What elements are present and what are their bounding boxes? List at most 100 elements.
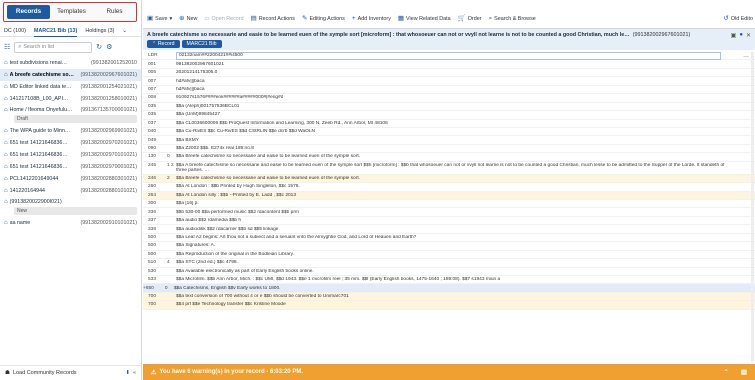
marc-field-row[interactable]: 500 $$a Signatures: A. [143, 242, 755, 251]
record-list-item[interactable]: ⌂ Home / Ifeoma Onyefulu… (991367135700001… [0, 105, 141, 125]
marc-tag[interactable]: 533 [143, 277, 167, 282]
marc-field-row[interactable]: 510 4 $$a STC (2nd ed.) $$c 4798. [143, 259, 755, 268]
record-actions-button[interactable]: ▤ Record Actions [251, 15, 295, 23]
marc-field-row[interactable]: 037 $$a CL0036600006 $$b ProQuest Informa… [143, 120, 755, 128]
marc-field-value[interactable]: hd#afv|||baca [176, 87, 205, 92]
subtab-dc[interactable]: DC (100) [4, 28, 26, 34]
refresh-icon[interactable]: ↻ [96, 44, 102, 51]
marc-field-value[interactable]: 02132nam##2200421##i4500 [176, 51, 721, 60]
record-list-item[interactable]: ⌂ 651 test 14121646836… (99138200297010102… [0, 149, 141, 161]
marc-tag[interactable]: 500 [143, 243, 167, 248]
marc-field-row[interactable]: 530 $$a Available electronically as part … [143, 268, 755, 276]
record-list-item[interactable]: ⌂ test subdivisions renai… (99138200125201… [0, 57, 141, 69]
marc-tag[interactable]: 246 [143, 176, 167, 181]
scrollbar[interactable] [751, 52, 754, 362]
marc-tag[interactable]: 500 [143, 252, 167, 257]
marc-field-row[interactable]: 035 $$a (UnM)99845427 [143, 111, 755, 120]
marc-tag[interactable]: 650 [146, 286, 165, 291]
marc-tag[interactable]: 130 [143, 154, 167, 159]
marc-field-value[interactable]: $$b 530-00 $$a performed music $$2 rdaco… [176, 210, 299, 215]
record-list-item[interactable]: ⌂ 651 test 14121646836… (99138200297000102… [0, 161, 141, 173]
marc-tag[interactable]: 338 [143, 227, 167, 232]
marc-field-row[interactable]: 500 $$a Reproduction of the original in t… [143, 251, 755, 260]
marc-field-value[interactable]: $$a Reproduction of the original in the … [176, 252, 294, 257]
marc-tag[interactable]: 008 [143, 95, 167, 100]
marc-field-row[interactable]: 040 $$a Cu-RivES $$c Cu-RivES $$d CStRLIN… [143, 128, 755, 137]
marc-tag[interactable]: 035 [143, 112, 167, 117]
marc-tag[interactable]: LDR [143, 53, 167, 58]
record-list-item[interactable]: ⌂ PCL1412201649044 (991382002880301021) [0, 173, 141, 185]
marc-field-row[interactable]: 001 991382002967601021 [143, 60, 755, 69]
marc-tag[interactable]: 500 [143, 235, 167, 240]
marc-indicators[interactable]: 0 [167, 154, 176, 159]
marc-tag[interactable]: 264 [143, 193, 167, 198]
marc-field-value[interactable]: $$a Catechisms, English $$v Early works … [174, 286, 281, 291]
marc-field-value[interactable]: $$a Microfilm. $$b Ann Arbor, Mich. : $$… [176, 277, 500, 282]
record-list-item[interactable]: ⌂ (9913820022900I021) New [0, 197, 141, 217]
marc-field-value[interactable]: $$a (Aleph)001757636BCL01 [176, 104, 239, 109]
subtab-marc21-bib[interactable]: MARC21 Bib (13) [33, 25, 78, 37]
info-icon[interactable]: ● [739, 32, 743, 39]
marc-field-value[interactable]: 991382002967601021 [176, 62, 224, 67]
marc-field-value[interactable]: $$a audiodisk $$2 rdacarrier $$b sd $$5 … [176, 227, 278, 232]
marc-field-value[interactable]: $$a Breefe catechisme so necessarie and … [176, 154, 360, 159]
marc-field-value[interactable]: $$a text conversion of 700 without 4 or … [176, 294, 349, 299]
marc-field-row[interactable]: 035 $$a (Aleph)001757636BCL01 [143, 103, 755, 112]
marc-indicators[interactable]: 4 [167, 260, 176, 265]
marc-tag[interactable]: 337 [143, 218, 167, 223]
new-button[interactable]: ⊕ New [179, 15, 197, 23]
marc-field-value[interactable]: $$a Z2002 $$b. E274x real 189:no.8 [176, 146, 254, 151]
marc-tag[interactable]: 510 [143, 260, 167, 265]
marc-field-value[interactable]: hd#afv|||baca [176, 79, 205, 84]
marc-tag[interactable]: 007 [143, 87, 167, 92]
marc-field-value[interactable]: $$a STC (2nd ed.) $$c 4798. [176, 260, 238, 265]
marc-field-row[interactable]: 007 hd#afv|||baca [143, 86, 755, 95]
marc-field-row[interactable]: 300 $$a [16] p. [143, 200, 755, 209]
collapse-icon[interactable]: « [133, 370, 136, 376]
marc-tag[interactable]: 245 [143, 163, 167, 168]
arrow-down-icon[interactable]: ⬇ [125, 370, 130, 376]
marc-tag[interactable]: 260 [143, 184, 167, 189]
marc-field-row[interactable]: LDR 02132nam##2200421##i4500 [143, 51, 755, 61]
marc-field-row[interactable]: 005 20201214175305.0 [143, 69, 755, 78]
tab-rules[interactable]: Rules [93, 5, 136, 19]
marc-field-value[interactable]: $$a At London : $$b Printed by Hugh Sing… [176, 184, 300, 189]
view-related-data-button[interactable]: ▦ View Related Data [398, 15, 451, 23]
marc-field-row[interactable]: 260 $$a At London : $$b Printed by Hugh S… [143, 183, 755, 192]
marc-field-value[interactable]: $$a Leaf A2 begins: Art thou not a subie… [176, 235, 416, 240]
marc-field-row[interactable]: 338 $$a audiodisk $$2 rdacarrier $$b sd $… [143, 225, 755, 234]
marc-indicators[interactable]: 0 [165, 286, 174, 291]
record-list-item[interactable]: ⌂ A breefe catechisme so… (991382002967601… [0, 69, 141, 81]
marc-field-value[interactable]: $$a Available electronically as part of … [176, 269, 314, 274]
marc-field-value[interactable]: $$a audio $$2 rdamedia $$b h [176, 218, 241, 223]
record-list-item[interactable]: ⌂ aa name (991382002910101021) [0, 217, 141, 229]
close-icon[interactable]: ✕ [746, 32, 751, 39]
record-list-item[interactable]: ⌂ The WPA guide to Minn… (9913820029699010… [0, 125, 141, 137]
old-editor-button[interactable]: ↺ Old Edito [723, 15, 753, 23]
marc-field-value[interactable]: $$a Cu-RivES $$c Cu-RivES $$d CStRLIN $$… [176, 129, 315, 134]
marc-field-row[interactable]: 130 0 $$a Breefe catechisme so necessarie … [143, 153, 755, 162]
marc-field-value[interactable]: 20201214175305.0 [176, 70, 217, 75]
marc-field-value[interactable]: $$a Signatures: A. [176, 243, 215, 248]
marc-tag[interactable]: 040 [143, 129, 167, 134]
load-community-records[interactable]: ☗ Load Community Records ⬇ « [0, 365, 141, 380]
add-inventory-button[interactable]: + Add Inventory [352, 15, 391, 23]
expand-icon[interactable]: ⌃ [723, 368, 728, 376]
marc-tag[interactable]: 035 [143, 104, 167, 109]
marc-indicators[interactable]: 2 [167, 176, 176, 181]
marc-tag[interactable]: 090 [143, 146, 167, 151]
marc-field-value[interactable]: $$a At London silly : $$b --Printed by E… [176, 193, 296, 198]
marc-field-value[interactable]: $$a A breefe catechisme so necessarie an… [176, 163, 736, 174]
marc-field-row[interactable]: 246 2 $$a Breefe catechisme so necessarie … [143, 174, 755, 184]
marc-field-value[interactable]: $$a [16] p. [176, 201, 199, 206]
marc-field-value[interactable]: $$4 prf $$e Technology transfer $$c Kris… [176, 302, 286, 307]
search-input[interactable]: ⌕ Search in list [14, 41, 93, 53]
marc-field-row[interactable]: 337 $$a audio $$2 rdamedia $$b h [143, 217, 755, 226]
marc-tag[interactable]: 336 [143, 210, 167, 215]
record-tag[interactable]: ⌃ Record [147, 40, 180, 48]
marc-field-row[interactable]: + 650 0 $$a Catechisms, English $$v Early … [143, 284, 755, 293]
search-browse-button[interactable]: ⌕ Search & Browse [488, 15, 535, 23]
tab-templates[interactable]: Templates [50, 5, 93, 19]
settings-icon[interactable]: ⚙ [106, 44, 112, 51]
record-list-item[interactable]: ⌂ 141217108B_L00_API… (991382001258010021) [0, 93, 141, 105]
